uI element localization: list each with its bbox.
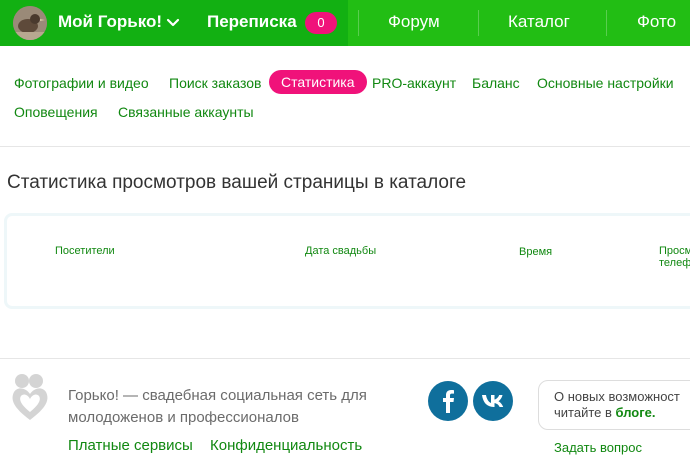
- vk-logo-icon: [482, 395, 504, 407]
- facebook-icon[interactable]: [428, 381, 468, 421]
- nav-photo[interactable]: Фото: [637, 12, 676, 32]
- blog-news-box: О новых возможност читайте в блоге.: [538, 380, 690, 430]
- bird-photo-icon: [13, 6, 47, 40]
- column-header-wedding-date[interactable]: Дата свадьбы: [305, 245, 376, 257]
- user-menu-brand[interactable]: Мой Горько!: [58, 12, 162, 32]
- nav-divider: [606, 10, 607, 36]
- top-navigation-bar: Мой Горько! Переписка 0 Форум Каталог Фо…: [0, 0, 690, 46]
- paid-services-link[interactable]: Платные сервисы: [68, 437, 193, 454]
- footer-description: Горько! — свадебная социальная сеть для …: [68, 387, 367, 426]
- blog-news-text-line2: читайте в блоге.: [554, 405, 656, 420]
- tab-pro-account[interactable]: PRO-аккаунт: [372, 75, 456, 91]
- tab-main-settings[interactable]: Основные настройки: [537, 75, 674, 91]
- statistics-table: [4, 213, 690, 309]
- column-header-phone-views-line2: телефона: [659, 257, 690, 269]
- gorko-logo-icon: [12, 374, 48, 420]
- tab-notifications[interactable]: Оповещения: [14, 104, 98, 120]
- facebook-logo-icon: [443, 390, 454, 413]
- vk-icon[interactable]: [473, 381, 513, 421]
- column-header-time[interactable]: Время: [519, 246, 552, 258]
- messages-link[interactable]: Переписка: [207, 12, 297, 32]
- tab-photos-video[interactable]: Фотографии и видео: [14, 75, 149, 91]
- nav-divider: [358, 10, 359, 36]
- footer-divider: [0, 358, 690, 359]
- column-header-phone-views[interactable]: Просмотр телефона: [659, 245, 690, 269]
- blog-news-text: О новых возможност: [554, 389, 680, 404]
- nav-forum[interactable]: Форум: [388, 12, 440, 32]
- nav-catalog[interactable]: Каталог: [508, 12, 570, 32]
- messages-count-badge: 0: [305, 12, 337, 34]
- tab-linked-accounts[interactable]: Связанные аккаунты: [118, 104, 254, 120]
- tab-statistics[interactable]: Статистика: [269, 70, 367, 94]
- column-header-phone-views-line1: Просмотр: [659, 245, 690, 257]
- blog-prefix: читайте в: [554, 405, 616, 420]
- section-divider: [0, 146, 690, 147]
- privacy-link[interactable]: Конфиденциальность: [210, 437, 362, 454]
- nav-divider: [478, 10, 479, 36]
- tab-balance[interactable]: Баланс: [472, 75, 520, 91]
- tab-order-search[interactable]: Поиск заказов: [169, 75, 261, 91]
- column-header-visitors[interactable]: Посетители: [55, 245, 115, 257]
- avatar[interactable]: [13, 6, 47, 40]
- chevron-down-icon[interactable]: [165, 15, 181, 31]
- page-title: Статистика просмотров вашей страницы в к…: [7, 172, 467, 193]
- ask-question-link[interactable]: Задать вопрос: [554, 440, 642, 455]
- blog-link[interactable]: блоге.: [616, 405, 656, 420]
